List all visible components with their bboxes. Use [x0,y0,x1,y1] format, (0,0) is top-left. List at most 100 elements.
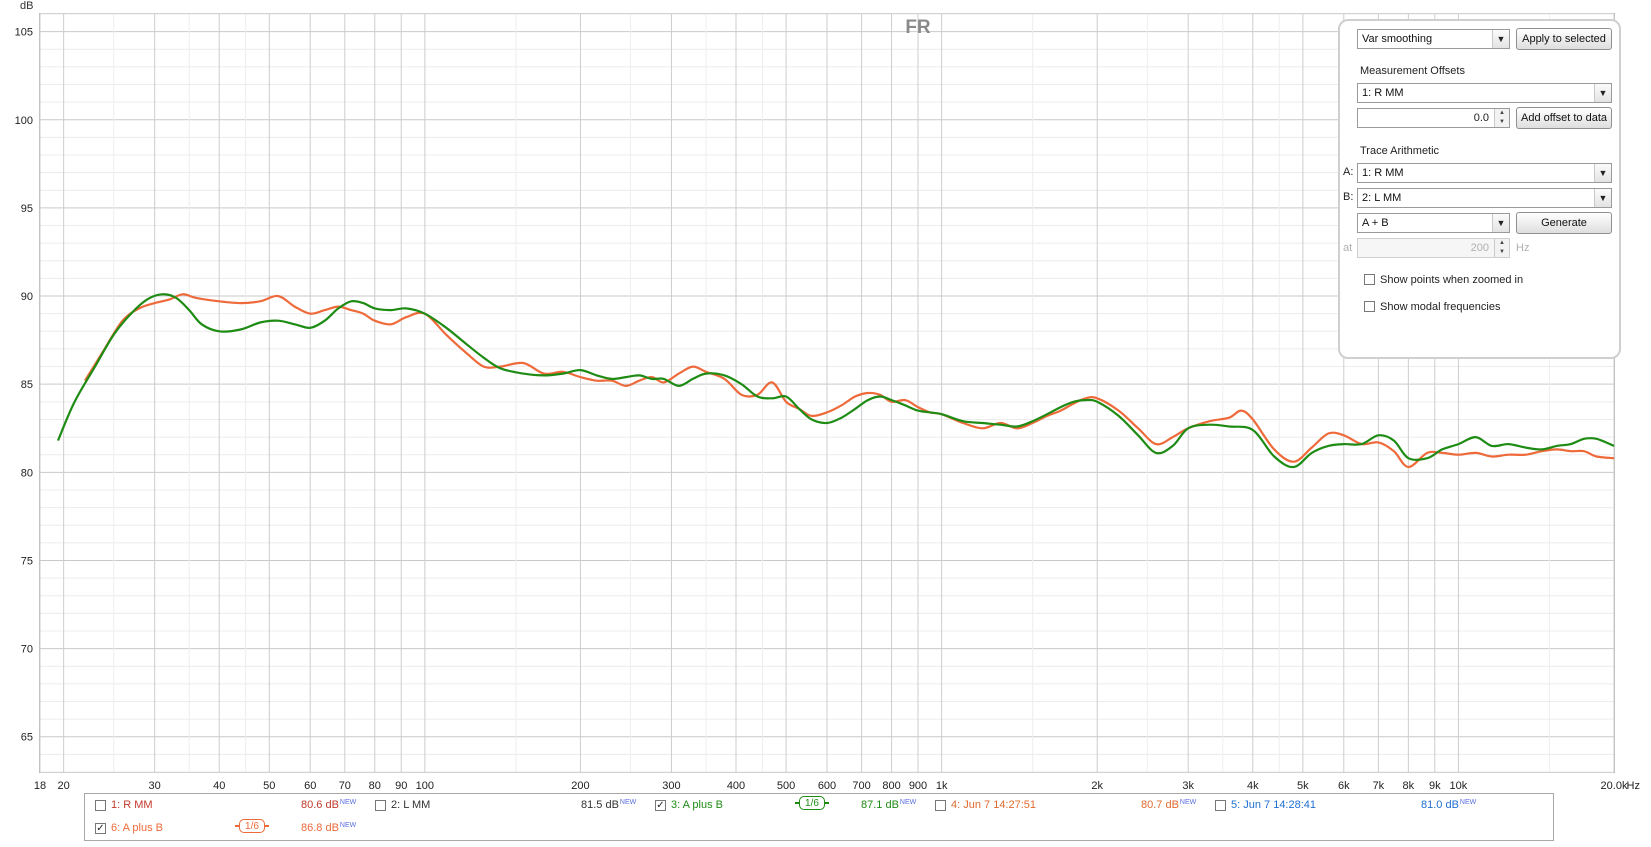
x-tick-label: 4k [1247,780,1259,790]
legend-name-4[interactable]: 4: Jun 7 14:27:51 [951,799,1036,811]
hz-unit-label: Hz [1516,242,1530,254]
chevron-down-icon[interactable]: ▼ [1594,189,1611,207]
legend-name-2[interactable]: 2: L MM [391,799,430,811]
x-tick-label: 60 [304,780,316,790]
legend-value-6: 86.8 dBNEW [301,822,356,834]
legend-value-3: 87.1 dBNEW [861,799,916,811]
x-tick-label: 5k [1297,780,1309,790]
smoothing-select-value: Var smoothing [1362,33,1433,45]
x-tick-label: 40 [213,780,225,790]
legend-value-5: 81.0 dBNEW [1421,799,1476,811]
x-tick-label: 3k [1182,780,1194,790]
legend-value-1: 80.6 dBNEW [301,799,356,811]
legend-checkbox-2[interactable] [375,800,386,811]
legend-checkbox-6[interactable]: ✓ [95,823,106,834]
legend-panel: 1: R MM 80.6 dBNEW 2: L MM 81.5 dBNEW ✓ … [84,793,1554,841]
generate-button[interactable]: Generate [1516,212,1612,234]
trace-arithmetic-heading: Trace Arithmetic [1360,145,1440,157]
x-tick-label: 50 [263,780,275,790]
legend-name-3[interactable]: 3: A plus B [671,799,723,811]
trace-b-value: 2: L MM [1362,192,1402,204]
chevron-down-icon[interactable]: ▼ [1492,214,1509,232]
offset-measurement-value: 1: R MM [1362,87,1404,99]
x-tick-label: 90 [395,780,407,790]
spin-up-icon: ▲ [1494,239,1509,248]
legend-name-1[interactable]: 1: R MM [111,799,153,811]
show-points-checkbox[interactable] [1364,274,1375,285]
graph-controls-panel: Var smoothing ▼ Apply to selected Measur… [1338,19,1621,359]
smoothing-badge-6[interactable]: 1/6 [239,819,265,833]
chevron-down-icon[interactable]: ▼ [1594,164,1611,182]
x-axis-unit-label: Hz [1627,780,1640,790]
chevron-down-icon[interactable]: ▼ [1594,84,1611,102]
legend-level-5: 81.0 dB [1421,799,1459,811]
new-badge: NEW [899,799,917,806]
y-tick-label: 100 [15,115,33,127]
y-tick-label: 70 [21,644,33,656]
new-badge: NEW [1459,799,1477,806]
legend-level-6: 86.8 dB [301,822,339,834]
x-tick-label: 80 [369,780,381,790]
offset-value-input[interactable]: 0.0 ▲ ▼ [1357,108,1510,128]
chevron-down-icon[interactable]: ▼ [1492,30,1509,48]
x-tick-label: 20 [58,780,70,790]
x-tick-label: 1k [936,780,948,790]
smoothing-badge-3[interactable]: 1/6 [799,796,825,810]
legend-value-4: 80.7 dBNEW [1141,799,1196,811]
show-points-label: Show points when zoomed in [1380,274,1524,286]
legend-level-2: 81.5 dB [581,799,619,811]
arithmetic-operation-value: A + B [1362,217,1389,229]
x-tick-label: 800 [882,780,900,790]
y-tick-label: 80 [21,467,33,479]
legend-checkbox-3[interactable]: ✓ [655,800,666,811]
legend-name-5[interactable]: 5: Jun 7 14:28:41 [1231,799,1316,811]
legend-checkbox-5[interactable] [1215,800,1226,811]
x-tick-label: 18 [34,780,46,790]
trace-a-value: 1: R MM [1362,167,1404,179]
x-tick-label: 100 [416,780,434,790]
x-tick-label: 500 [777,780,795,790]
legend-level-4: 80.7 dB [1141,799,1179,811]
trace-a-label: A: [1343,166,1354,178]
y-tick-label: 75 [21,555,33,567]
y-tick-label: 85 [21,379,33,391]
new-badge: NEW [339,799,357,806]
trace-b-label: B: [1343,191,1354,203]
x-tick-label: 900 [909,780,927,790]
x-tick-label: 9k [1429,780,1441,790]
x-tick-label: 700 [852,780,870,790]
measurement-offsets-heading: Measurement Offsets [1360,65,1465,77]
legend-name-6[interactable]: 6: A plus B [111,822,163,834]
x-tick-label: 6k [1338,780,1350,790]
legend-checkbox-4[interactable] [935,800,946,811]
offset-value-text: 0.0 [1473,112,1489,124]
legend-level-1: 80.6 dB [301,799,339,811]
smoothing-select[interactable]: Var smoothing ▼ [1357,29,1510,49]
spin-down-icon: ▼ [1494,248,1509,257]
legend-level-3: 87.1 dB [861,799,899,811]
new-badge: NEW [619,799,637,806]
x-tick-label: 400 [727,780,745,790]
x-tick-label: 600 [818,780,836,790]
at-frequency-input: 200 ▲ ▼ [1357,238,1510,258]
offset-measurement-select[interactable]: 1: R MM ▼ [1357,83,1612,103]
trace-b-select[interactable]: 2: L MM ▼ [1357,188,1612,208]
legend-checkbox-1[interactable] [95,800,106,811]
x-tick-label: 300 [662,780,680,790]
show-modal-checkbox[interactable] [1364,301,1375,312]
x-tick-label: 30 [149,780,161,790]
arithmetic-operation-select[interactable]: A + B ▼ [1357,213,1510,233]
spin-down-icon[interactable]: ▼ [1494,118,1509,127]
trace-a-select[interactable]: 1: R MM ▼ [1357,163,1612,183]
at-frequency-value: 200 [1470,242,1489,254]
x-tick-label: 200 [571,780,589,790]
y-tick-label: 90 [21,291,33,303]
spin-up-icon[interactable]: ▲ [1494,109,1509,118]
x-tick-label: 8k [1403,780,1415,790]
apply-smoothing-button[interactable]: Apply to selected [1516,28,1612,50]
y-tick-label: 95 [21,203,33,215]
legend-value-2: 81.5 dBNEW [581,799,636,811]
graph-title: FR [905,17,931,38]
add-offset-button[interactable]: Add offset to data [1516,107,1612,129]
x-tick-label: 70 [339,780,351,790]
